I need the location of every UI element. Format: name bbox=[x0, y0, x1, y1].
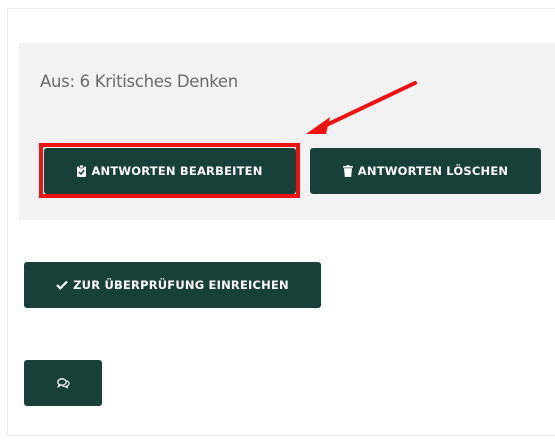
comments-icon bbox=[56, 377, 70, 389]
delete-answers-button[interactable]: ANTWORTEN LÖSCHEN bbox=[310, 148, 541, 194]
clipboard-check-icon bbox=[77, 165, 87, 177]
trash-icon bbox=[342, 165, 353, 177]
comments-button[interactable] bbox=[24, 360, 102, 406]
edit-answers-label: ANTWORTEN BEARBEITEN bbox=[91, 164, 263, 178]
edit-answers-button[interactable]: ANTWORTEN BEARBEITEN bbox=[44, 148, 296, 194]
submit-for-review-label: ZUR ÜBERPRÜFUNG EINREICHEN bbox=[73, 278, 289, 292]
assignment-source-label: Aus: 6 Kritisches Denken bbox=[40, 72, 238, 91]
annotation-arrow bbox=[306, 81, 417, 134]
delete-answers-label: ANTWORTEN LÖSCHEN bbox=[357, 164, 509, 178]
submit-for-review-button[interactable]: ZUR ÜBERPRÜFUNG EINREICHEN bbox=[24, 262, 321, 308]
checkmark-icon bbox=[56, 280, 68, 290]
